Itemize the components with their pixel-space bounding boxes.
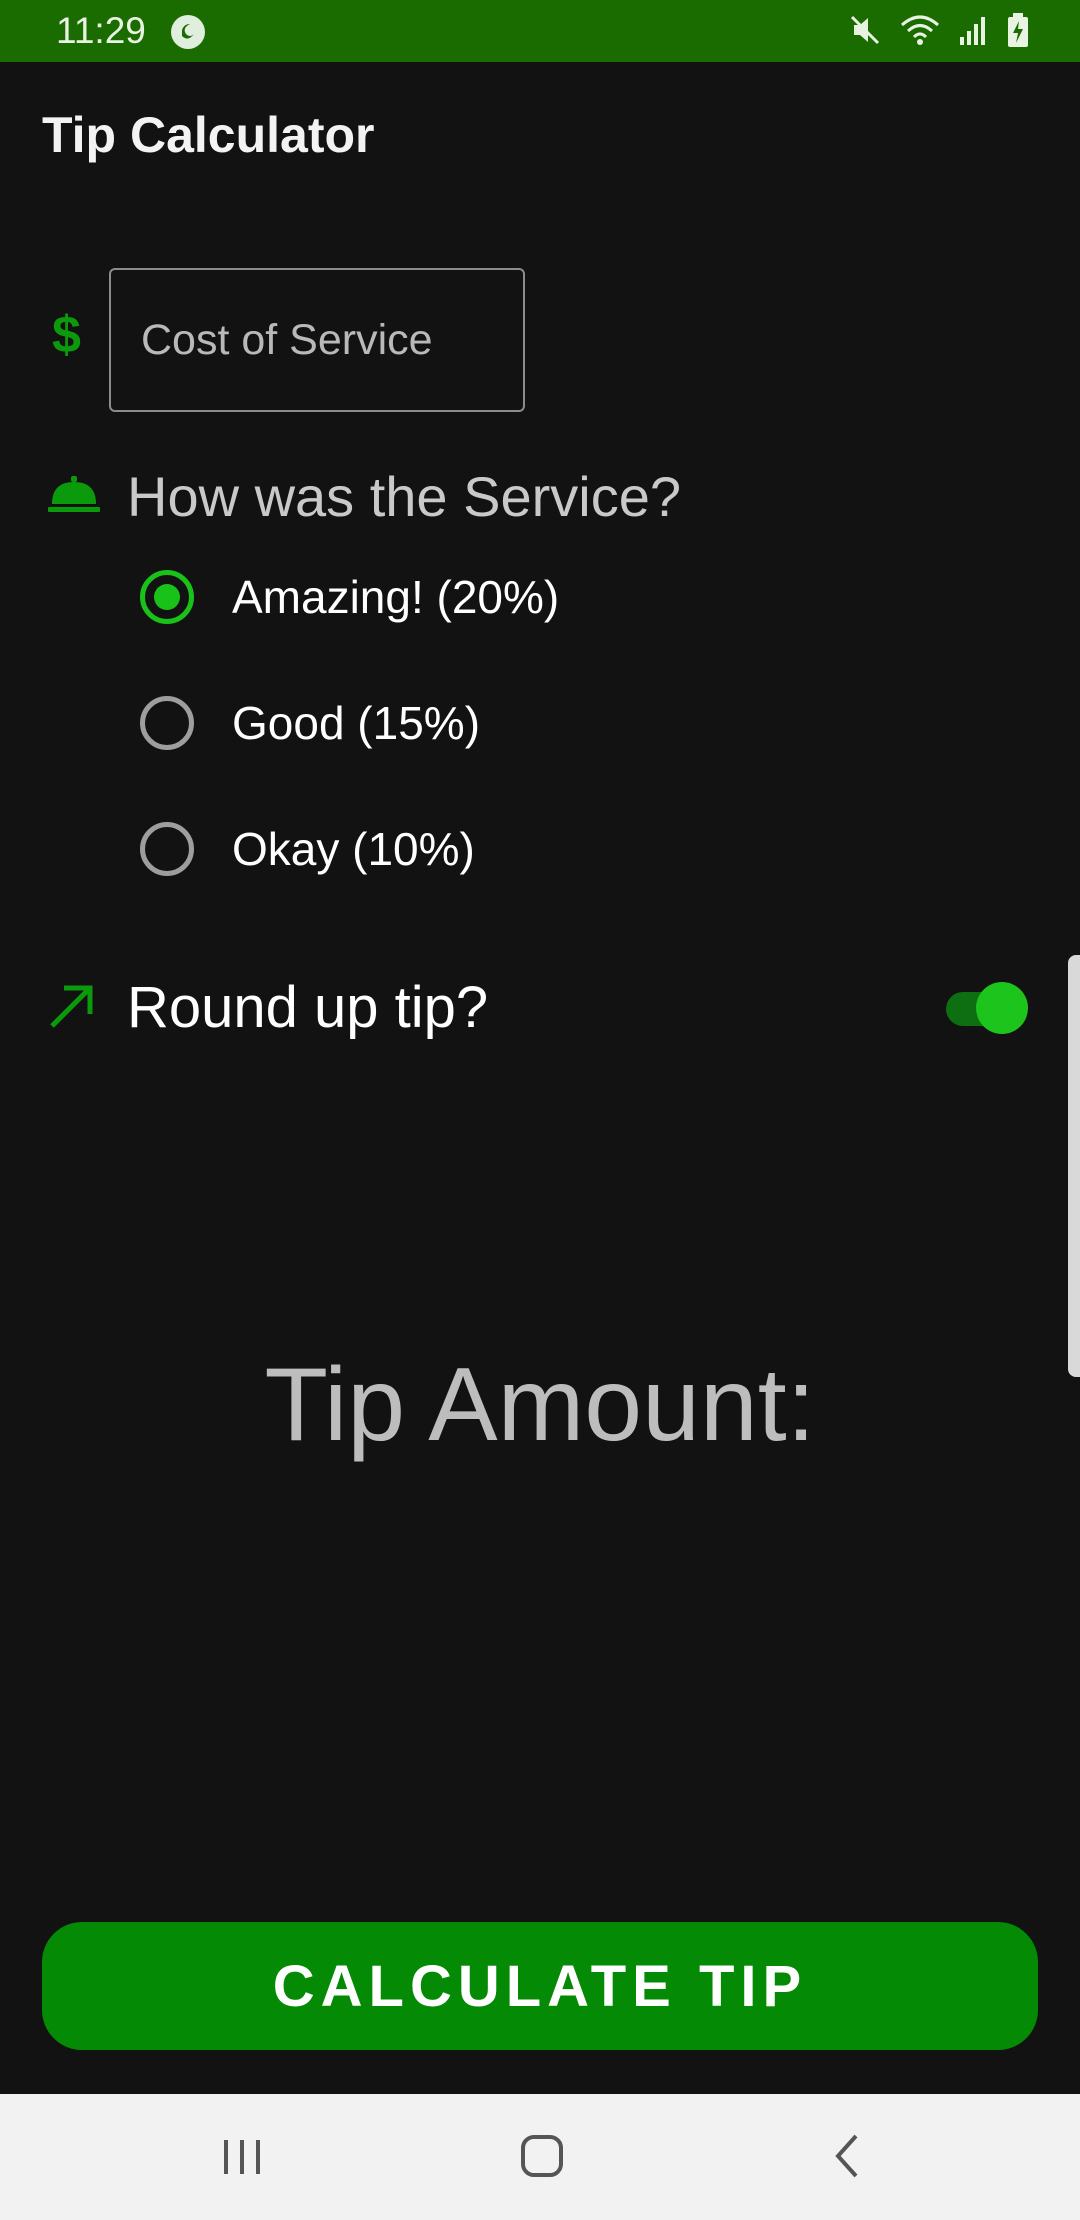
radio-option-good[interactable]: Good (15%)	[140, 696, 480, 750]
scroll-indicator[interactable]	[1068, 955, 1080, 1377]
cost-of-service-input[interactable]	[109, 268, 525, 412]
dollar-icon: $	[52, 306, 81, 364]
room-service-bell-icon	[46, 474, 102, 521]
tip-amount-label: Tip Amount:	[264, 1347, 816, 1463]
radio-button-unchecked[interactable]	[140, 696, 194, 750]
radio-label-good: Good (15%)	[232, 697, 481, 749]
battery-charging-icon	[1006, 12, 1030, 48]
signal-icon	[958, 13, 988, 47]
mute-icon	[848, 13, 882, 47]
recent-apps-icon[interactable]	[214, 2128, 270, 2189]
radio-option-okay[interactable]: Okay (10%)	[140, 822, 475, 876]
radio-button-checked[interactable]	[140, 570, 194, 624]
round-up-label: Round up tip?	[127, 975, 489, 1040]
calculate-tip-button[interactable]: CALCULATE TIP	[42, 1922, 1038, 2050]
back-icon[interactable]	[820, 2128, 876, 2189]
status-bar: 11:29	[0, 0, 1080, 62]
status-time: 11:29	[56, 10, 146, 51]
app-title: Tip Calculator	[42, 107, 375, 163]
switch-thumb	[976, 982, 1028, 1034]
round-up-switch[interactable]	[946, 982, 1030, 1034]
home-icon[interactable]	[514, 2128, 570, 2189]
wifi-icon	[900, 13, 940, 47]
radio-label-amazing: Amazing! (20%)	[232, 571, 560, 623]
trending-up-arrow-icon	[46, 980, 98, 1037]
service-question: How was the Service?	[127, 465, 682, 528]
radio-label-okay: Okay (10%)	[232, 823, 475, 875]
radio-option-amazing[interactable]: Amazing! (20%)	[140, 570, 559, 624]
app-notification-icon	[170, 14, 206, 50]
navigation-bar	[0, 2094, 1080, 2220]
radio-button-unchecked[interactable]	[140, 822, 194, 876]
